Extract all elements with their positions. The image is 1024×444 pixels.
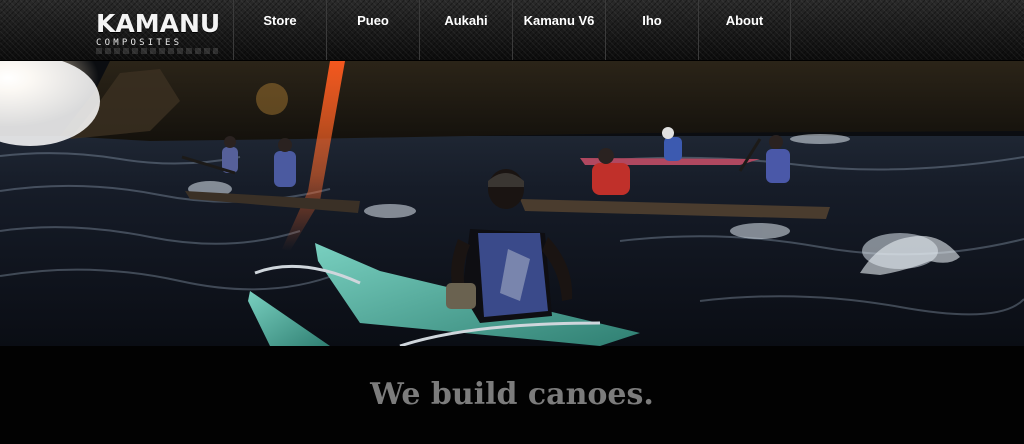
- logo-subtitle: COMPOSITES: [96, 38, 183, 48]
- nav-label-aukahi: Aukahi: [444, 13, 488, 28]
- nav-label-pueo: Pueo: [357, 13, 389, 28]
- nav-label-store: Store: [263, 13, 297, 28]
- nav-item-store[interactable]: Store: [233, 0, 326, 60]
- nav-item-iho[interactable]: Iho: [605, 0, 698, 60]
- nav-label-iho: Iho: [642, 13, 662, 28]
- main-nav: Store Pueo Aukahi Kamanu V6 Iho About: [233, 0, 791, 60]
- nav-item-kamanu-v6[interactable]: Kamanu V6: [512, 0, 605, 60]
- logo-reflection: [96, 48, 218, 54]
- logo-wordmark: KAMANU: [96, 9, 221, 38]
- kamanu-logo[interactable]: KAMANU COMPOSITES: [96, 9, 221, 55]
- page: KAMANU COMPOSITES Store Pueo Aukahi Kama…: [0, 0, 1024, 444]
- nav-item-aukahi[interactable]: Aukahi: [419, 0, 512, 60]
- outrigger-canoe-paddlers-photo: [0, 61, 1024, 346]
- top-navbar: KAMANU COMPOSITES Store Pueo Aukahi Kama…: [0, 0, 1024, 61]
- nav-item-about[interactable]: About: [698, 0, 791, 60]
- tagline-heading: We build canoes.: [370, 377, 654, 412]
- hero-photo: [0, 61, 1024, 346]
- nav-item-pueo[interactable]: Pueo: [326, 0, 419, 60]
- nav-label-kamanu-v6: Kamanu V6: [523, 13, 595, 28]
- nav-label-about: About: [725, 13, 764, 28]
